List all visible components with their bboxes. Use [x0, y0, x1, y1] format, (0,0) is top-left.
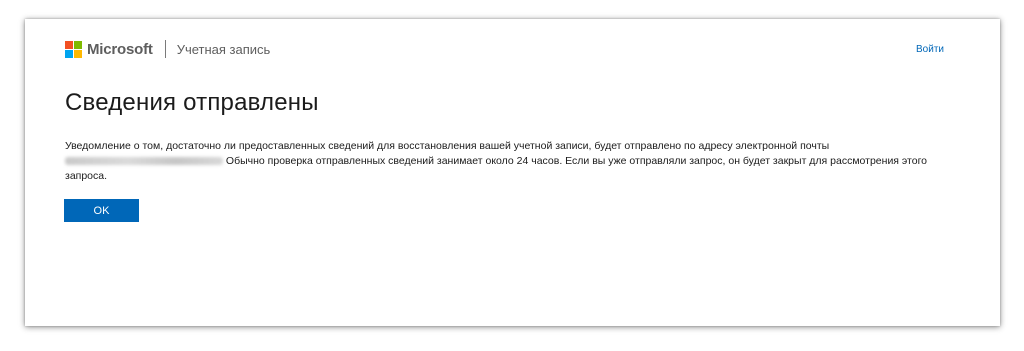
brand-name: Microsoft: [87, 40, 153, 58]
logo-red-square: [65, 40, 73, 49]
message-text-part1: Уведомление о том, достаточно ли предост…: [65, 140, 830, 152]
logo-blue-square: [65, 49, 73, 58]
signin-link[interactable]: Войти: [916, 44, 944, 55]
logo-green-square: [74, 40, 82, 49]
account-recovery-card: Microsoft Учетная запись Войти Сведения …: [25, 19, 1000, 326]
blurred-email: [65, 157, 223, 166]
status-message: Уведомление о том, достаточно ли предост…: [65, 139, 965, 184]
microsoft-logo-icon: [65, 40, 82, 58]
section-name: Учетная запись: [176, 41, 271, 57]
header-divider: [164, 40, 166, 58]
page-title: Сведения отправлены: [65, 89, 319, 116]
ok-button[interactable]: OK: [64, 199, 139, 222]
header: Microsoft Учетная запись Войти: [65, 39, 944, 59]
logo-yellow-square: [74, 49, 82, 58]
